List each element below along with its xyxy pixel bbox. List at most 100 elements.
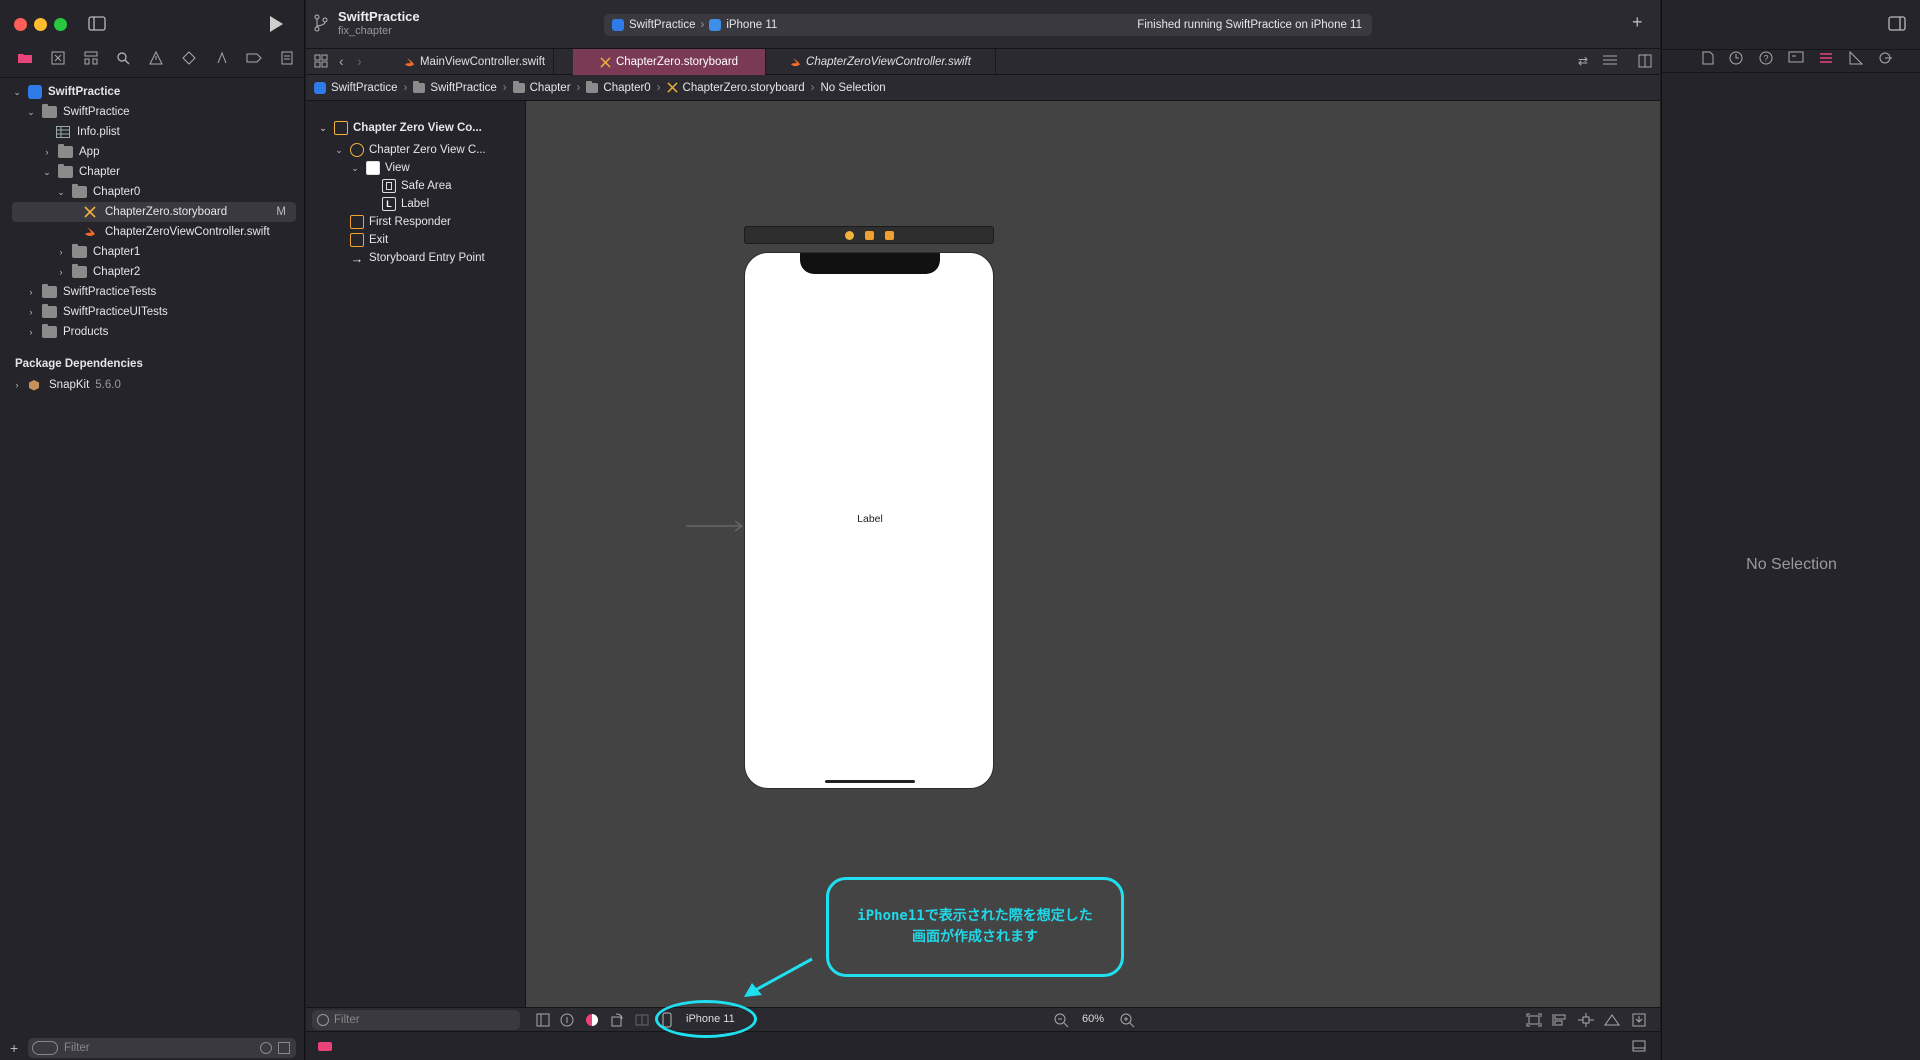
attributes-inspector-icon[interactable] — [1819, 51, 1833, 65]
embed-in-icon[interactable] — [1632, 1013, 1646, 1027]
breakpoint-toggle-icon[interactable] — [318, 1042, 332, 1051]
outline-view[interactable]: ⌄ View — [350, 159, 410, 177]
debug-area-toggle-icon[interactable] — [1632, 1040, 1646, 1052]
ui-label[interactable]: Label — [745, 513, 993, 525]
size-inspector-icon[interactable] — [1849, 51, 1863, 65]
minimize-window-button[interactable] — [34, 18, 47, 31]
navigator-filter-field[interactable]: Filter — [28, 1038, 296, 1058]
back-icon[interactable]: ‹ — [339, 53, 344, 69]
add-icon[interactable]: + — [10, 1040, 18, 1056]
outline-label-item[interactable]: L Label — [382, 195, 429, 213]
chevron-down-icon[interactable]: ⌄ — [26, 107, 36, 117]
breadcrumb-item[interactable]: SwiftPractice — [331, 82, 397, 94]
folder-icon[interactable] — [16, 49, 34, 67]
orientation-icon[interactable] — [610, 1013, 624, 1027]
breadcrumb-item[interactable]: No Selection — [820, 82, 885, 94]
chevron-down-icon[interactable]: ⌄ — [334, 145, 344, 155]
scm-filter-icon[interactable] — [278, 1042, 290, 1054]
swap-icon[interactable]: ⇄ — [1578, 54, 1588, 68]
connections-inspector-icon[interactable] — [1878, 51, 1892, 65]
outline-view-controller[interactable]: ⌄ Chapter Zero View C... — [334, 141, 486, 159]
outline-safe-area[interactable]: Safe Area — [382, 177, 452, 195]
chevron-down-icon[interactable]: ⌄ — [350, 163, 360, 173]
storyboard-canvas[interactable] — [527, 101, 1660, 1007]
exit-icon[interactable] — [885, 231, 894, 240]
zoom-out-icon[interactable] — [1053, 1012, 1069, 1028]
chevron-right-icon[interactable]: › — [26, 287, 36, 297]
breadcrumb-item[interactable]: SwiftPractice — [430, 82, 496, 94]
tree-item-group[interactable]: ⌄ Chapter0 — [56, 182, 342, 202]
tab-main-view-controller[interactable]: MainViewController.swift — [396, 49, 554, 75]
search-icon[interactable] — [114, 49, 132, 67]
resolve-issues-icon[interactable] — [1604, 1013, 1620, 1027]
warning-icon[interactable] — [147, 49, 165, 67]
chevron-right-icon[interactable]: › — [12, 380, 22, 390]
tree-item-group[interactable]: › Chapter2 — [56, 262, 342, 282]
close-window-button[interactable] — [14, 18, 27, 31]
outline-toggle-icon[interactable] — [536, 1013, 550, 1027]
chevron-down-icon[interactable]: ⌄ — [12, 87, 22, 97]
report-icon[interactable] — [278, 49, 296, 67]
grid-icon[interactable] — [314, 54, 328, 68]
history-inspector-icon[interactable] — [1729, 51, 1743, 65]
add-library-icon[interactable]: + — [1632, 12, 1643, 33]
chevron-right-icon[interactable]: › — [42, 147, 52, 157]
outline-exit[interactable]: Exit — [350, 231, 388, 249]
tree-item-file-selected[interactable]: ChapterZero.storyboard M — [12, 202, 296, 222]
filter-icon[interactable] — [32, 1041, 58, 1055]
align-icon[interactable] — [1552, 1013, 1568, 1027]
symbol-icon[interactable] — [82, 49, 100, 67]
breadcrumb-item[interactable]: Chapter0 — [603, 82, 650, 94]
scene-dock[interactable] — [744, 226, 994, 244]
tree-item-group[interactable]: › Products — [26, 322, 312, 342]
tree-item-group[interactable]: ⌄ SwiftPractice — [26, 102, 312, 122]
tree-item-group[interactable]: › App — [42, 142, 328, 162]
chevron-right-icon[interactable]: › — [56, 267, 66, 277]
tree-item-group[interactable]: › Chapter1 — [56, 242, 342, 262]
accessibility-icon[interactable] — [560, 1013, 574, 1027]
chevron-down-icon[interactable]: ⌄ — [42, 167, 52, 177]
split-editor-icon[interactable] — [1638, 54, 1652, 68]
inspector-toggle-icon[interactable] — [1888, 16, 1906, 31]
chevron-right-icon[interactable]: › — [26, 327, 36, 337]
tree-item-file[interactable]: Info.plist — [56, 122, 342, 142]
debug-icon[interactable] — [213, 49, 231, 67]
test-icon[interactable] — [180, 49, 198, 67]
breadcrumb-item[interactable]: Chapter — [530, 82, 571, 94]
chevron-right-icon[interactable]: › — [56, 247, 66, 257]
tab-chapter-zero-view-controller[interactable]: ChapterZeroViewController.swift — [766, 49, 996, 75]
update-frames-icon[interactable] — [1526, 1013, 1542, 1027]
view-controller-icon[interactable] — [845, 231, 854, 240]
variation-icon[interactable] — [635, 1013, 649, 1027]
breakpoint-icon[interactable] — [245, 49, 263, 67]
file-inspector-icon[interactable] — [1702, 51, 1714, 65]
identity-inspector-icon[interactable] — [1788, 51, 1804, 65]
zoom-in-icon[interactable] — [1119, 1012, 1135, 1028]
package-item[interactable]: › SnapKit 5.6.0 — [12, 375, 298, 395]
tree-item-project[interactable]: ⌄ SwiftPractice — [12, 82, 298, 102]
first-responder-icon[interactable] — [865, 231, 874, 240]
outline-entry-point[interactable]: → Storyboard Entry Point — [350, 249, 485, 267]
outline-scene[interactable]: ⌄ Chapter Zero View Co... — [318, 119, 482, 137]
run-button[interactable] — [268, 15, 284, 33]
zoom-level[interactable]: 60% — [1082, 1013, 1104, 1025]
entry-point-arrow[interactable] — [686, 520, 744, 532]
outline-first-responder[interactable]: First Responder — [350, 213, 451, 231]
appearance-icon[interactable] — [585, 1013, 599, 1027]
breadcrumb-item[interactable]: ChapterZero.storyboard — [683, 82, 805, 94]
source-control-icon[interactable] — [49, 49, 67, 67]
iphone-device-frame[interactable]: Label — [744, 252, 994, 789]
tab-chapter-zero-storyboard[interactable]: ChapterZero.storyboard — [573, 49, 766, 75]
forward-icon[interactable]: › — [357, 53, 362, 69]
destination-selector[interactable]: iPhone 11 — [726, 19, 777, 31]
tree-item-group[interactable]: › SwiftPracticeUITests — [26, 302, 312, 322]
chevron-down-icon[interactable]: ⌄ — [56, 187, 66, 197]
sidebar-toggle-icon[interactable] — [88, 16, 106, 31]
add-constraints-icon[interactable] — [1578, 1013, 1594, 1027]
editor-options-icon[interactable] — [1602, 54, 1618, 68]
help-inspector-icon[interactable]: ? — [1759, 51, 1773, 65]
chevron-right-icon[interactable]: › — [26, 307, 36, 317]
tree-item-group[interactable]: ⌄ Chapter — [42, 162, 328, 182]
zoom-window-button[interactable] — [54, 18, 67, 31]
recent-filter-icon[interactable] — [260, 1042, 272, 1054]
